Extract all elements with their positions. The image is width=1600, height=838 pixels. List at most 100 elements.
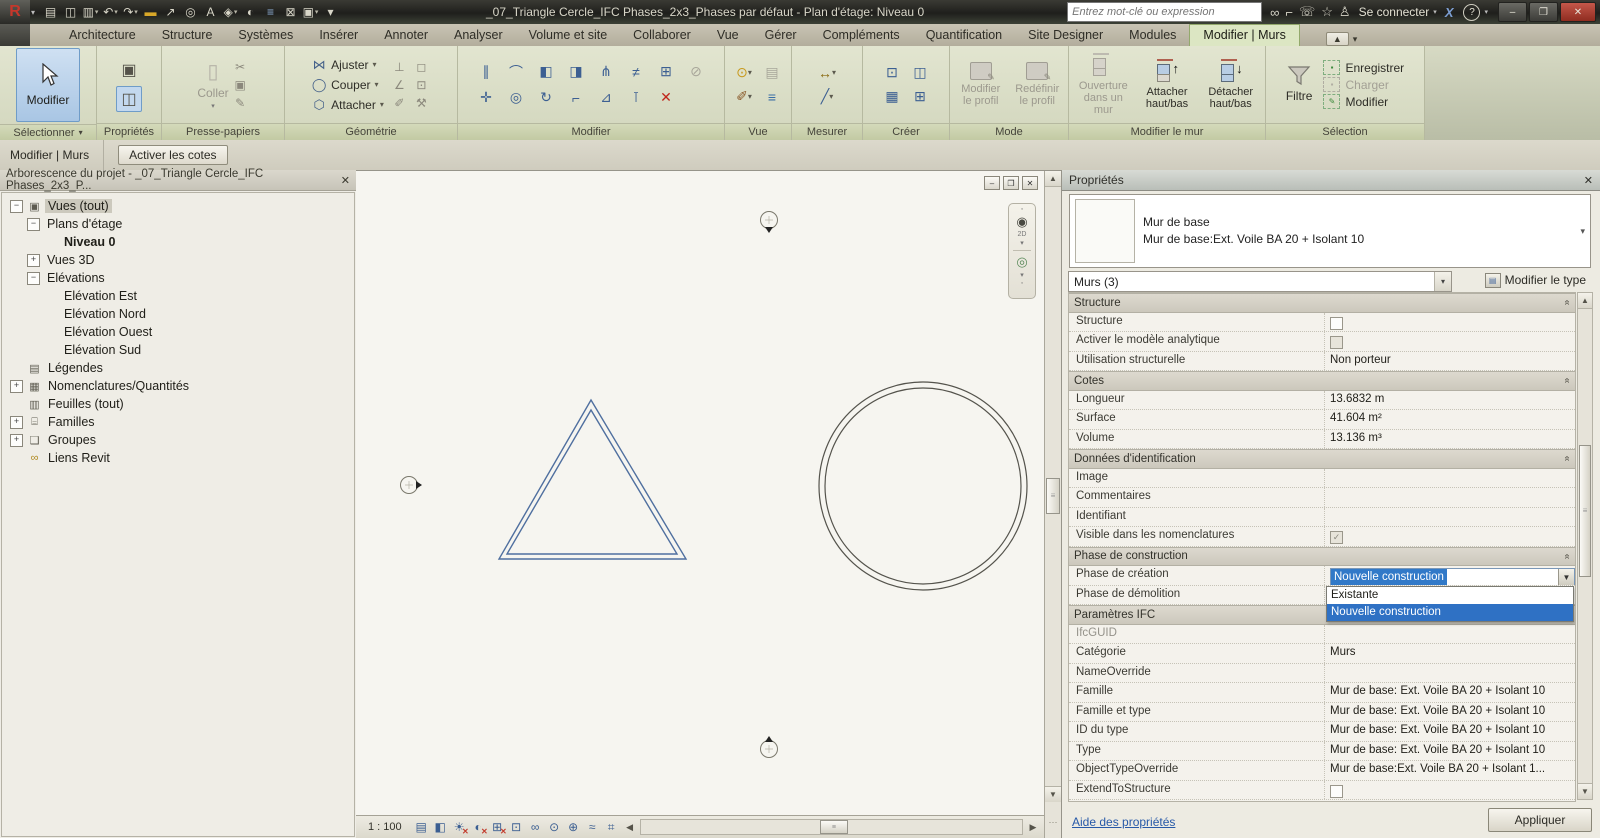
apply-button[interactable]: Appliquer — [1488, 808, 1592, 832]
tree-item-el-vation-ouest[interactable]: −Elévation Ouest — [2, 323, 354, 341]
panel-label-view[interactable]: Vue — [725, 123, 791, 140]
trim-extend-icon[interactable]: ⌐ — [565, 87, 588, 108]
signin-arrow-icon[interactable]: ▾ — [1433, 8, 1437, 16]
app-menu-arrow-icon[interactable]: ▾ — [31, 8, 35, 17]
tag-by-category-icon[interactable]: ◎ — [181, 3, 200, 22]
subscription-center-icon[interactable]: ⌐ — [1285, 5, 1293, 20]
collapse-icon[interactable]: − — [10, 199, 23, 213]
paste-button[interactable]: ▯ Coller ▾ — [197, 59, 228, 110]
redo-icon[interactable]: ↷ — [121, 3, 140, 22]
tab-syst-mes[interactable]: Systèmes — [225, 25, 306, 46]
copy-icon[interactable]: ▣ — [232, 77, 249, 92]
tree-item-el-vations[interactable]: − Elévations — [2, 269, 354, 287]
tab-architecture[interactable]: Architecture — [56, 25, 149, 46]
beam-join-icon[interactable]: ◻ — [413, 59, 430, 74]
tab-collaborer[interactable]: Collaborer — [620, 25, 704, 46]
horizontal-scrollbar[interactable]: ≡ — [639, 819, 1023, 835]
selection-filter-combo[interactable]: Murs (3) ▾ — [1068, 271, 1452, 292]
properties-header[interactable]: Propriétés ✕ — [1062, 170, 1600, 191]
match-type-icon[interactable]: ✎ — [232, 95, 249, 110]
phase-combo[interactable]: Nouvelle construction ▼ — [1330, 568, 1575, 585]
wall-joins-icon[interactable]: ⊥ — [391, 59, 408, 74]
unjoin-icon[interactable]: ⊡ — [413, 77, 430, 92]
copy-icon[interactable]: ◎ — [505, 87, 528, 108]
sun-path-icon[interactable]: ☀ — [451, 819, 469, 836]
hscroll-thumb[interactable]: ≡ — [819, 820, 848, 834]
scale-icon[interactable]: ⊿ — [595, 87, 618, 108]
properties-toggle-icon[interactable]: ◫ — [116, 85, 142, 112]
combo-arrow-icon[interactable]: ▼ — [1558, 569, 1574, 585]
rotate-icon[interactable]: ↻ — [535, 87, 558, 108]
collapse-chevron-icon[interactable]: « — [1562, 300, 1573, 306]
tab-modifier-murs[interactable]: Modifier | Murs — [1189, 24, 1300, 46]
pscroll-up-icon[interactable]: ▲ — [1578, 293, 1592, 309]
panel-label-select[interactable]: Sélectionner ▾ — [0, 124, 96, 140]
activate-dimensions-button[interactable]: Activer les cotes — [118, 145, 228, 165]
filter-button[interactable]: Filtre — [1286, 66, 1312, 103]
view-close-icon[interactable]: ✕ — [1022, 176, 1038, 190]
unpin-icon[interactable]: ⊘ — [685, 61, 708, 82]
print-icon[interactable]: ▥ — [81, 3, 100, 22]
panel-label-properties[interactable]: Propriétés — [97, 123, 161, 140]
section-donn-es-d-identification[interactable]: Données d'identification « — [1069, 449, 1575, 469]
hscroll-right-icon[interactable]: ▶ — [1026, 822, 1040, 833]
measure-tape-icon[interactable]: ↔ ▾ — [816, 62, 839, 83]
selection-enregistrer[interactable]: ▪ Enregistrer — [1323, 60, 1404, 75]
panel-label-create[interactable]: Créer — [863, 123, 949, 140]
expand-icon[interactable]: + — [10, 415, 23, 429]
tab-vue[interactable]: Vue — [704, 25, 752, 46]
crop-region-visible-icon[interactable]: ⊡ — [508, 819, 525, 835]
aligned-dimension-icon[interactable]: ╱ ▾ — [816, 86, 839, 107]
window-resize-grip[interactable]: ⋯ — [1045, 817, 1061, 828]
analytical-model-icon[interactable]: ≈ — [584, 819, 601, 835]
checkbox-activer-le-mod-le-analytique[interactable] — [1330, 336, 1343, 349]
zoom-arrow-icon[interactable]: ▾ — [1020, 271, 1024, 279]
tab-volume-et-site[interactable]: Volume et site — [516, 25, 621, 46]
delete-icon[interactable]: ✕ — [655, 87, 678, 108]
customize-qat-icon[interactable]: ▾ — [321, 3, 340, 22]
zoom-region-icon[interactable]: ◎ — [1016, 254, 1027, 270]
elevation-marker-west[interactable] — [400, 476, 423, 494]
tree-item-familles[interactable]: + ⌸ Familles — [2, 413, 354, 431]
undo-icon[interactable]: ↶ — [101, 3, 120, 22]
switch-windows-icon[interactable]: ▣ — [301, 3, 320, 22]
selection-modifier[interactable]: ✎ Modifier — [1323, 94, 1404, 109]
tree-item-el-vation-sud[interactable]: −Elévation Sud — [2, 341, 354, 359]
panel-label-modify-wall[interactable]: Modifier le mur — [1069, 123, 1265, 140]
view-minimize-icon[interactable]: ‒ — [984, 176, 1000, 190]
cut-icon[interactable]: ✂ — [232, 59, 249, 74]
array-icon[interactable]: ⊞ — [655, 61, 678, 82]
thin-lines-icon[interactable]: ≡ — [261, 3, 280, 22]
expand-icon[interactable]: + — [10, 433, 23, 447]
split-element-icon[interactable]: ⋔ — [595, 61, 618, 82]
measure-icon[interactable]: ▬ — [141, 3, 160, 22]
view-restore-icon[interactable]: ❐ — [1003, 176, 1019, 190]
modify-button[interactable]: Modifier — [16, 48, 80, 122]
mirror-draw-axis-icon[interactable]: ◨ — [565, 61, 588, 82]
panel-label-clipboard[interactable]: Presse-papiers — [162, 123, 284, 140]
panel-label-modify[interactable]: Modifier — [458, 123, 724, 140]
wall-ouverture-dans-un-mur[interactable]: Ouverture dans un mur — [1073, 53, 1134, 116]
triangle-walls[interactable] — [497, 398, 688, 560]
open-icon[interactable]: ▤ — [41, 3, 60, 22]
create-similar-icon[interactable]: ◫ — [909, 62, 932, 83]
geometry-attacher[interactable]: ⬡ Attacher ▾ — [311, 97, 383, 113]
tree-item-vues-3d[interactable]: + Vues 3D — [2, 251, 354, 269]
tab-compl-ments[interactable]: Compléments — [810, 25, 913, 46]
signin-person-icon[interactable]: ♙ — [1339, 4, 1351, 20]
panel-label-mode[interactable]: Mode — [950, 123, 1068, 140]
section-phase-de-construction[interactable]: Phase de construction « — [1069, 546, 1575, 566]
type-selector-arrow-icon[interactable]: ▾ — [1575, 195, 1590, 267]
drawing-area[interactable]: ‒ ❐ ✕ ◦ ◉ 2D ▾ ◎ ▾ ◦ 1: 100 ▤ ◧ ☀ ✕ ◐ ✕… — [356, 170, 1044, 838]
navbar-close-icon[interactable]: ◦ — [1021, 206, 1023, 213]
text-icon[interactable]: A — [201, 3, 220, 22]
tab-g-rer[interactable]: Gérer — [752, 25, 810, 46]
ribbon-minimize-arrow-icon[interactable]: ▾ — [1353, 34, 1358, 45]
elevation-marker-north[interactable] — [760, 211, 778, 234]
circle-wall[interactable] — [818, 381, 1028, 591]
tree-item-plans-d-tage[interactable]: − Plans d'étage — [2, 215, 354, 233]
search-binoculars-icon[interactable]: ∞ — [1270, 5, 1279, 20]
hscroll-left-icon[interactable]: ◀ — [623, 822, 637, 833]
collapse-chevron-icon[interactable]: « — [1562, 553, 1573, 559]
panel-label-selection[interactable]: Sélection — [1266, 123, 1424, 140]
